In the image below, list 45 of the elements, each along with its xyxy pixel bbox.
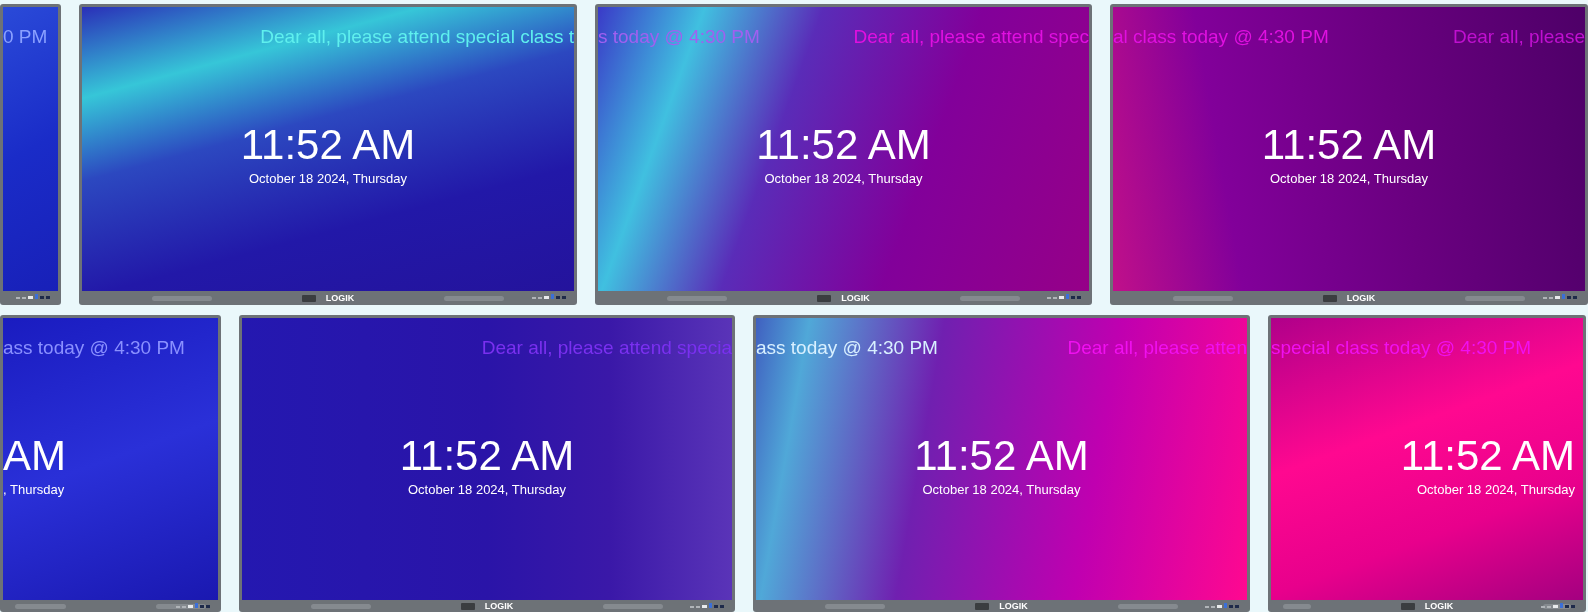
camera-slot <box>460 602 475 610</box>
clock-time: AM <box>3 435 66 477</box>
ports-icon <box>16 294 52 300</box>
announcement-ticker: s today @ 4:30 PM <box>598 25 760 49</box>
ports-icon <box>1047 294 1083 300</box>
ports-icon <box>690 603 726 609</box>
announcement-ticker: Dear all, please attend specia <box>481 336 732 360</box>
clock-date: October 18 2024, Thursday <box>764 172 923 185</box>
announcement-ticker: special class today @ 4:30 PM <box>1271 336 1532 360</box>
ports-icon <box>176 603 212 609</box>
clock-time: 11:52 AM <box>756 124 931 166</box>
clock-date: October 18 2024, Thursday <box>1270 172 1428 185</box>
camera-slot <box>1400 602 1415 610</box>
camera-slot <box>975 602 990 610</box>
ports-icon <box>532 294 568 300</box>
clock-time: 11:52 AM <box>1400 435 1575 477</box>
announcement-ticker: ass today @ 4:30 PM <box>3 336 185 360</box>
clock-date: , Thursday <box>3 483 65 496</box>
announcement-ticker: ass today @ 4:30 PM <box>756 336 938 360</box>
announcement-ticker: Dear all, please attend special class t <box>260 25 574 49</box>
ports-icon <box>1205 603 1241 609</box>
clock-time: 11:52 AM <box>240 124 416 166</box>
brand-logo: LOGIK <box>484 601 514 611</box>
announcement-ticker: Dear all, please atten <box>1067 336 1247 360</box>
ports-icon <box>1543 294 1579 300</box>
camera-slot <box>301 294 316 302</box>
announcement-ticker: 0 PM <box>3 25 48 49</box>
brand-logo: LOGIK <box>1346 293 1376 303</box>
camera-slot <box>1322 294 1337 302</box>
clock-time: 11:52 AM <box>914 435 1089 477</box>
clock-time: 11:52 AM <box>1261 124 1437 166</box>
camera-slot <box>817 294 832 302</box>
ports-icon <box>1541 603 1577 609</box>
announcement-ticker: Dear all, please <box>1452 25 1585 49</box>
announcement-ticker: al class today @ 4:30 PM <box>1113 25 1329 49</box>
brand-logo: LOGIK <box>999 601 1028 611</box>
announcement-ticker: Dear all, please attend spec <box>853 25 1089 49</box>
clock-date: October 18 2024, Thursday <box>1416 483 1575 496</box>
clock-date: October 18 2024, Thursday <box>408 483 566 496</box>
brand-logo: LOGIK <box>325 293 355 303</box>
brand-logo: LOGIK <box>1424 601 1454 611</box>
clock-date: October 18 2024, Thursday <box>249 172 407 185</box>
clock-time: 11:52 AM <box>399 435 575 477</box>
clock-date: October 18 2024, Thursday <box>922 483 1081 496</box>
brand-logo: LOGIK <box>841 293 870 303</box>
